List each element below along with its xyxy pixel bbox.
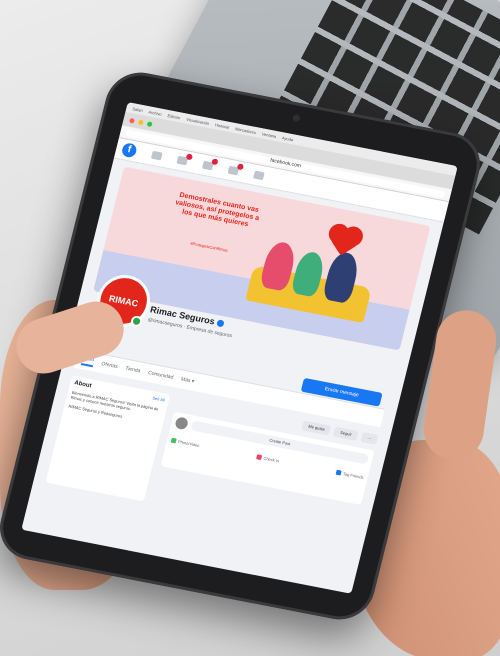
close-window-icon[interactable] [129, 117, 136, 124]
watch-icon[interactable] [176, 153, 194, 166]
menu-item[interactable]: Safari [132, 106, 143, 113]
like-button[interactable]: Me gusta [301, 420, 332, 436]
tag-friends-button[interactable]: Tag Friends [335, 470, 364, 481]
photo-video-button[interactable]: Photo/Video [170, 438, 200, 449]
facebook-logo-icon[interactable]: f [120, 142, 138, 159]
gaming-icon[interactable] [252, 170, 265, 181]
cover-headline: Demostrales cuanto vas valiosos, así pro… [174, 191, 260, 229]
menu-item[interactable]: Historial [215, 122, 230, 130]
minimize-window-icon[interactable] [137, 119, 145, 125]
zoom-window-icon[interactable] [146, 120, 153, 127]
menu-item[interactable]: Ventana [261, 131, 277, 139]
menu-item[interactable]: Edición [167, 113, 181, 120]
cover-hashtag: #ProtegeloConRimac [189, 240, 229, 253]
verified-badge-icon [215, 319, 225, 328]
about-card: About See All Bienvenido a RIMAC Seguros… [45, 375, 171, 502]
tab-more[interactable]: Más ▾ [180, 376, 195, 384]
check-in-button[interactable]: Check in [256, 454, 280, 464]
tab-shop[interactable]: Tienda [125, 366, 141, 375]
post-composer: Create Post Photo/Video Check in Tag Fri… [160, 411, 375, 505]
tab-community[interactable]: Comunidad [147, 370, 174, 381]
menu-item[interactable]: Ayuda [282, 135, 294, 142]
marketplace-icon[interactable] [201, 158, 219, 171]
tab-offers[interactable]: Ofertas [101, 361, 119, 370]
groups-icon[interactable] [227, 163, 245, 176]
user-avatar [174, 416, 189, 431]
more-options-button[interactable]: ··· [360, 431, 379, 445]
front-camera [292, 113, 301, 123]
home-icon[interactable] [150, 150, 163, 161]
menu-item[interactable]: Archivo [148, 109, 162, 116]
follow-button[interactable]: Seguir [333, 426, 359, 441]
heart-balloon-icon [330, 228, 359, 256]
